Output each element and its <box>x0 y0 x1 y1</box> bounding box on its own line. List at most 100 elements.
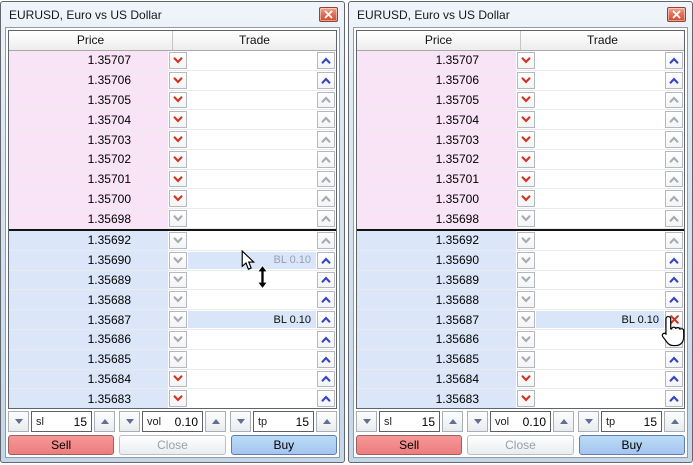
order-drop-zone[interactable] <box>536 210 664 227</box>
vol-field[interactable]: vol 0.10 <box>142 411 203 432</box>
buy-at-price-button[interactable] <box>317 371 335 388</box>
order-drop-zone[interactable] <box>188 351 316 368</box>
sell-at-price-button[interactable] <box>517 131 535 148</box>
buy-at-price-button[interactable] <box>665 190 683 207</box>
order-drop-zone[interactable] <box>536 272 664 289</box>
spinner-increment-button[interactable] <box>94 411 115 432</box>
sell-at-price-button[interactable] <box>517 111 535 128</box>
order-drop-zone[interactable] <box>188 111 316 128</box>
sell-at-price-button[interactable] <box>169 210 187 227</box>
sell-at-price-button[interactable] <box>517 52 535 69</box>
buy-at-price-button[interactable] <box>317 131 335 148</box>
sell-at-price-button[interactable] <box>169 351 187 368</box>
sell-at-price-button[interactable] <box>517 92 535 109</box>
window-close-button[interactable] <box>319 7 338 22</box>
order-drop-zone[interactable] <box>536 92 664 109</box>
order-drop-zone[interactable] <box>188 331 316 348</box>
spinner-increment-button[interactable] <box>664 411 685 432</box>
sell-at-price-button[interactable] <box>517 210 535 227</box>
buy-at-price-button[interactable] <box>317 390 335 407</box>
buy-at-price-button[interactable] <box>665 390 683 407</box>
sell-at-price-button[interactable] <box>517 390 535 407</box>
spinner-decrement-button[interactable] <box>467 411 488 432</box>
order-label[interactable]: BL 0.10 <box>273 254 311 266</box>
buy-at-price-button[interactable] <box>665 171 683 188</box>
order-drop-zone[interactable] <box>536 232 664 249</box>
buy-at-price-button[interactable] <box>317 331 335 348</box>
buy-at-price-button[interactable] <box>665 151 683 168</box>
buy-at-price-button[interactable] <box>665 351 683 368</box>
sell-at-price-button[interactable] <box>517 371 535 388</box>
spinner-decrement-button[interactable] <box>578 411 599 432</box>
buy-button[interactable]: Buy <box>231 435 337 455</box>
sell-at-price-button[interactable] <box>169 111 187 128</box>
sl-field[interactable]: sl 15 <box>31 411 92 432</box>
buy-at-price-button[interactable] <box>317 232 335 249</box>
order-drop-zone[interactable] <box>188 291 316 308</box>
vol-field[interactable]: vol 0.10 <box>490 411 551 432</box>
order-drop-zone[interactable] <box>188 371 316 388</box>
sell-at-price-button[interactable] <box>517 272 535 289</box>
order-drop-zone[interactable] <box>536 331 664 348</box>
sell-at-price-button[interactable] <box>169 171 187 188</box>
order-drop-zone[interactable] <box>188 390 316 407</box>
titlebar[interactable]: EURUSD, Euro vs US Dollar <box>353 2 688 27</box>
sell-at-price-button[interactable] <box>517 311 535 328</box>
titlebar[interactable]: EURUSD, Euro vs US Dollar <box>5 2 340 27</box>
spinner-decrement-button[interactable] <box>356 411 377 432</box>
order-drop-zone[interactable] <box>188 232 316 249</box>
buy-at-price-button[interactable] <box>665 131 683 148</box>
close-order-button[interactable] <box>665 311 683 328</box>
close-button[interactable]: Close <box>119 435 225 455</box>
buy-at-price-button[interactable] <box>317 291 335 308</box>
order-drop-zone[interactable]: BL 0.10 <box>188 311 316 328</box>
spinner-increment-button[interactable] <box>316 411 337 432</box>
sell-at-price-button[interactable] <box>169 131 187 148</box>
buy-at-price-button[interactable] <box>665 331 683 348</box>
buy-at-price-button[interactable] <box>317 210 335 227</box>
sell-at-price-button[interactable] <box>169 371 187 388</box>
buy-at-price-button[interactable] <box>665 371 683 388</box>
buy-at-price-button[interactable] <box>665 52 683 69</box>
order-drop-zone[interactable]: BL 0.10 <box>536 311 664 328</box>
order-drop-zone[interactable] <box>536 390 664 407</box>
buy-at-price-button[interactable] <box>665 111 683 128</box>
buy-at-price-button[interactable] <box>665 72 683 89</box>
sell-at-price-button[interactable] <box>169 311 187 328</box>
spinner-increment-button[interactable] <box>205 411 226 432</box>
order-drop-zone[interactable] <box>536 52 664 69</box>
order-drop-zone[interactable] <box>536 151 664 168</box>
spinner-increment-button[interactable] <box>442 411 463 432</box>
tp-field[interactable]: tp 15 <box>601 411 662 432</box>
order-label[interactable]: BL 0.10 <box>621 314 659 326</box>
sell-at-price-button[interactable] <box>517 232 535 249</box>
spinner-decrement-button[interactable] <box>119 411 140 432</box>
sell-at-price-button[interactable] <box>517 151 535 168</box>
order-drop-zone[interactable] <box>188 92 316 109</box>
buy-at-price-button[interactable] <box>665 291 683 308</box>
sell-button[interactable]: Sell <box>8 435 114 455</box>
sell-at-price-button[interactable] <box>169 272 187 289</box>
sell-at-price-button[interactable] <box>169 291 187 308</box>
sell-at-price-button[interactable] <box>169 92 187 109</box>
sell-at-price-button[interactable] <box>517 190 535 207</box>
sell-at-price-button[interactable] <box>517 252 535 269</box>
buy-at-price-button[interactable] <box>317 111 335 128</box>
sell-at-price-button[interactable] <box>169 232 187 249</box>
buy-at-price-button[interactable] <box>317 252 335 269</box>
buy-at-price-button[interactable] <box>665 272 683 289</box>
buy-button[interactable]: Buy <box>579 435 685 455</box>
sell-at-price-button[interactable] <box>169 52 187 69</box>
order-drop-zone[interactable] <box>536 291 664 308</box>
sell-at-price-button[interactable] <box>169 72 187 89</box>
sell-button[interactable]: Sell <box>356 435 462 455</box>
buy-at-price-button[interactable] <box>665 92 683 109</box>
order-drop-zone[interactable] <box>536 351 664 368</box>
buy-at-price-button[interactable] <box>317 351 335 368</box>
order-drop-zone[interactable] <box>536 171 664 188</box>
order-label[interactable]: BL 0.10 <box>273 314 311 326</box>
order-drop-zone[interactable] <box>188 272 316 289</box>
sell-at-price-button[interactable] <box>517 331 535 348</box>
order-drop-zone[interactable] <box>536 190 664 207</box>
tp-field[interactable]: tp 15 <box>253 411 314 432</box>
